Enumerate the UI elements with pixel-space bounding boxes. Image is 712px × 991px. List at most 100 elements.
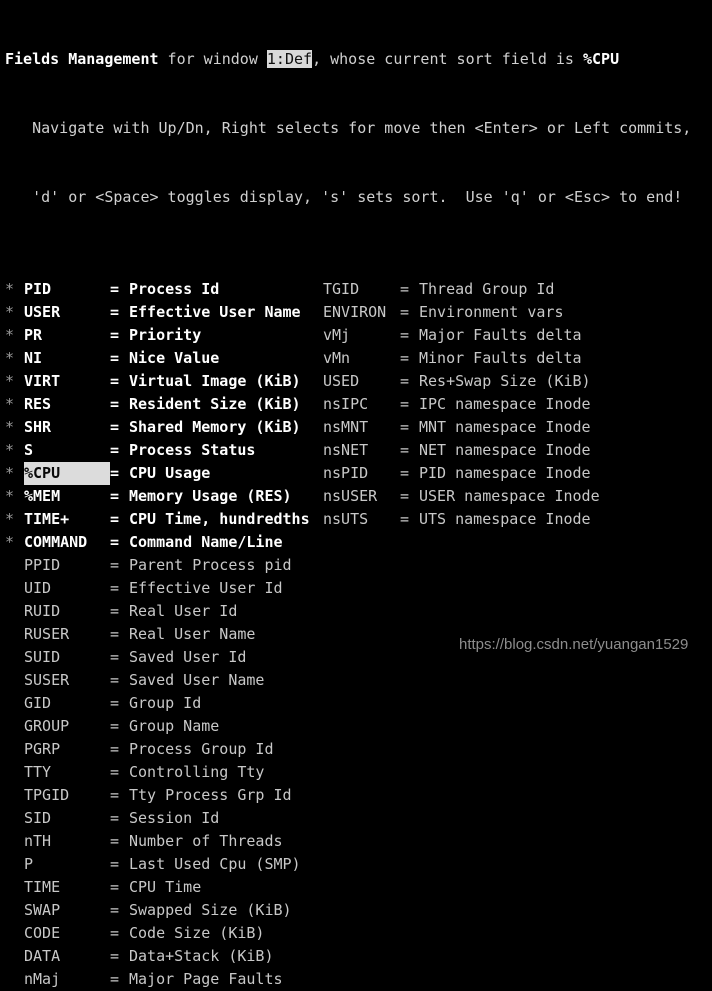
field-row[interactable]: * PID = Process Id [0, 278, 330, 301]
field-enabled-asterisk-icon: * [5, 464, 15, 482]
field-equals-separator: = [110, 349, 120, 367]
field-disabled-marker-icon [0, 646, 24, 669]
field-disabled-marker-icon [0, 669, 24, 692]
field-row-secondary[interactable]: TGID = Thread Group Id [323, 278, 712, 301]
field-equals-separator: = [110, 786, 120, 804]
field-equals-separator: = [110, 625, 120, 643]
field-disabled-marker-icon [0, 830, 24, 853]
field-description: Environment vars [419, 303, 564, 321]
help-line-toggles: 'd' or <Space> toggles display, 's' sets… [5, 188, 683, 206]
field-row-secondary[interactable]: USED = Res+Swap Size (KiB) [323, 370, 712, 393]
field-row-secondary[interactable]: vMn = Minor Faults delta [323, 347, 712, 370]
field-description: Major Page Faults [129, 970, 283, 988]
field-disabled-marker-icon [0, 945, 24, 968]
field-row-secondary[interactable]: nsUSER = USER namespace Inode [323, 485, 712, 508]
field-name: DATA [24, 947, 61, 965]
field-row[interactable]: PPID = Parent Process pid [0, 554, 330, 577]
fields-management-header: Fields Management for window 1:Def, whos… [0, 2, 712, 255]
field-row-secondary[interactable]: vMj = Major Faults delta [323, 324, 712, 347]
field-name: RUID [24, 602, 61, 620]
field-equals-separator: = [110, 418, 120, 436]
field-row[interactable]: SUID = Saved User Id [0, 646, 330, 669]
field-row[interactable]: * NI = Nice Value [0, 347, 330, 370]
field-description: CPU Time [129, 878, 202, 896]
field-row[interactable]: * VIRT = Virtual Image (KiB) [0, 370, 330, 393]
field-description: Effective User Name [129, 303, 301, 321]
field-description: Major Faults delta [419, 326, 582, 344]
field-row[interactable]: * S = Process Status [0, 439, 330, 462]
field-description: Swapped Size (KiB) [129, 901, 292, 919]
field-disabled-marker-icon [0, 738, 24, 761]
field-description: CPU Usage [129, 464, 211, 482]
field-description: Res+Swap Size (KiB) [419, 372, 591, 390]
field-row[interactable]: PGRP = Process Group Id [0, 738, 330, 761]
field-row-secondary[interactable]: nsPID = PID namespace Inode [323, 462, 712, 485]
field-enabled-asterisk-icon: * [5, 280, 15, 298]
field-row-secondary[interactable]: ENVIRON = Environment vars [323, 301, 712, 324]
field-row[interactable]: * USER = Effective User Name [0, 301, 330, 324]
field-name: nsUTS [323, 510, 369, 528]
field-equals-separator: = [110, 464, 120, 482]
field-row[interactable]: RUSER = Real User Name [0, 623, 330, 646]
field-row[interactable]: SID = Session Id [0, 807, 330, 830]
field-disabled-marker-icon [0, 761, 24, 784]
field-row[interactable]: TTY = Controlling Tty [0, 761, 330, 784]
field-row[interactable]: SWAP = Swapped Size (KiB) [0, 899, 330, 922]
field-name: VIRT [24, 372, 61, 390]
field-description: Real User Name [129, 625, 256, 643]
field-disabled-marker-icon [0, 554, 24, 577]
field-name: TTY [24, 763, 52, 781]
field-equals-separator: = [110, 487, 120, 505]
field-description: Virtual Image (KiB) [129, 372, 301, 390]
field-row[interactable]: RUID = Real User Id [0, 600, 330, 623]
field-description: Saved User Name [129, 671, 265, 689]
field-row[interactable]: GROUP = Group Name [0, 715, 330, 738]
field-row[interactable]: CODE = Code Size (KiB) [0, 922, 330, 945]
field-row[interactable]: SUSER = Saved User Name [0, 669, 330, 692]
fields-column-right: TGID = Thread Group Id ENVIRON = Environment … [323, 278, 712, 531]
field-row[interactable]: nTH = Number of Threads [0, 830, 330, 853]
field-row[interactable]: * PR = Priority [0, 324, 330, 347]
field-row[interactable]: GID = Group Id [0, 692, 330, 715]
field-enabled-asterisk-icon: * [5, 303, 15, 321]
field-row-secondary[interactable]: nsUTS = UTS namespace Inode [323, 508, 712, 531]
field-name: vMn [323, 349, 351, 367]
field-name: nsPID [323, 464, 369, 482]
watermark: https://blog.csdn.net/yuangan1529 [459, 636, 689, 653]
field-description: Tty Process Grp Id [129, 786, 292, 804]
field-row[interactable]: P = Last Used Cpu (SMP) [0, 853, 330, 876]
field-equals-separator: = [400, 280, 410, 298]
field-equals-separator: = [110, 510, 120, 528]
field-name: vMj [323, 326, 351, 344]
field-row[interactable]: TIME = CPU Time [0, 876, 330, 899]
field-disabled-marker-icon [0, 876, 24, 899]
field-row[interactable]: TPGID = Tty Process Grp Id [0, 784, 330, 807]
field-enabled-asterisk-icon: * [5, 349, 15, 367]
field-name: GROUP [24, 717, 70, 735]
field-row[interactable]: * %MEM = Memory Usage (RES) [0, 485, 330, 508]
help-line-navigate: Navigate with Up/Dn, Right selects for m… [5, 119, 692, 137]
field-equals-separator: = [110, 740, 120, 758]
field-row-secondary[interactable]: nsMNT = MNT namespace Inode [323, 416, 712, 439]
field-row[interactable]: DATA = Data+Stack (KiB) [0, 945, 330, 968]
field-row[interactable]: * SHR = Shared Memory (KiB) [0, 416, 330, 439]
field-equals-separator: = [110, 832, 120, 850]
field-equals-separator: = [110, 970, 120, 988]
field-name: nMaj [24, 970, 61, 988]
field-description: Code Size (KiB) [129, 924, 265, 942]
field-description: MNT namespace Inode [419, 418, 591, 436]
field-row[interactable]: * RES = Resident Size (KiB) [0, 393, 330, 416]
field-row-secondary[interactable]: nsIPC = IPC namespace Inode [323, 393, 712, 416]
field-row-secondary[interactable]: nsNET = NET namespace Inode [323, 439, 712, 462]
field-description: Process Status [129, 441, 256, 459]
header-title-line: Fields Management for window 1:Def, whos… [5, 48, 712, 71]
field-description: Thread Group Id [419, 280, 555, 298]
field-row[interactable]: * TIME+ = CPU Time, hundredths [0, 508, 330, 531]
field-row[interactable]: UID = Effective User Id [0, 577, 330, 600]
field-name: COMMAND [24, 533, 88, 551]
current-window-badge[interactable]: 1:Def [266, 50, 313, 68]
field-row[interactable]: * COMMAND = Command Name/Line [0, 531, 330, 554]
field-row[interactable]: * %CPU = CPU Usage [0, 462, 330, 485]
field-equals-separator: = [110, 556, 120, 574]
field-row[interactable]: nMaj = Major Page Faults [0, 968, 330, 991]
